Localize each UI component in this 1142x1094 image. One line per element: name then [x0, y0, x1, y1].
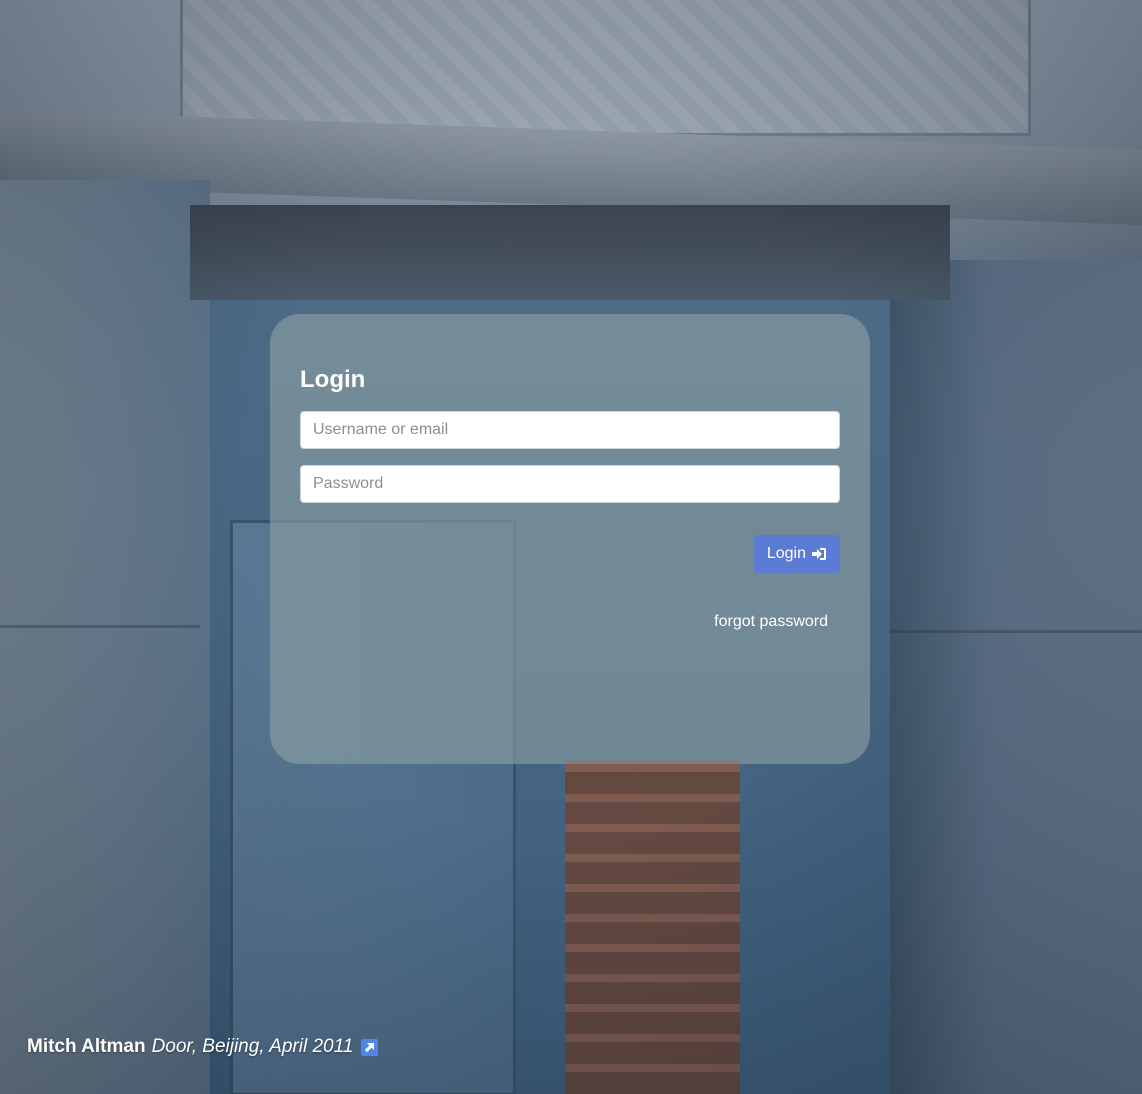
login-card: Login Login forgot password	[270, 314, 870, 764]
external-link-icon[interactable]	[361, 1038, 379, 1056]
photo-title: Door, Beijing, April 2011	[151, 1036, 354, 1057]
photo-author: Mitch Altman	[27, 1036, 146, 1057]
login-button-label: Login	[766, 544, 806, 562]
login-button[interactable]: Login	[753, 534, 840, 573]
sign-in-icon	[811, 547, 827, 561]
photo-caption: Mitch Altman Door, Beijing, April 2011	[27, 1036, 379, 1058]
password-input[interactable]	[300, 464, 840, 503]
login-title: Login	[300, 366, 366, 393]
username-input[interactable]	[300, 410, 840, 449]
forgot-password-link[interactable]: forgot password	[714, 613, 828, 631]
login-actions: Login	[300, 503, 840, 583]
